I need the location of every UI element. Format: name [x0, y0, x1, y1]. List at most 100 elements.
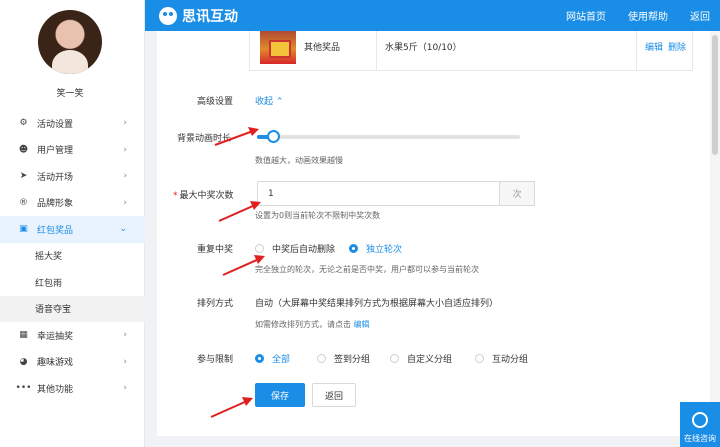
- prize-delete-link[interactable]: 删除: [668, 40, 686, 53]
- sidebar-item-label: 其他功能: [37, 384, 74, 395]
- online-consult-label: 在线咨询: [684, 434, 716, 443]
- main-content: 其他奖品 水果5斤（10/10） 编辑 删除 高级设置 收起 ⌃ 背景动画时长 …: [145, 31, 720, 447]
- participation-label: 参与限制: [197, 355, 234, 365]
- sidebar-item-label: 用户管理: [37, 146, 74, 157]
- send-icon: ➤: [19, 171, 28, 182]
- sidebar-item-label: 红包奖品: [37, 225, 74, 236]
- sidebar-subitem-shake-prize[interactable]: 摇大奖: [0, 243, 145, 270]
- radio-button[interactable]: [349, 244, 358, 253]
- sidebar: 笑一笑 ⚙ 活动设置 › ☻ 用户管理 › ➤ 活动开场 › ® 品牌形象 › …: [0, 0, 145, 447]
- collapse-toggle[interactable]: 收起 ⌃: [255, 94, 283, 107]
- chevron-down-icon: ⌄: [119, 224, 127, 234]
- back-button[interactable]: 返回: [312, 383, 356, 407]
- sort-mode-label: 排列方式: [197, 299, 234, 309]
- divider: [376, 31, 377, 71]
- gear-icon: ⚙: [19, 118, 28, 129]
- chevron-right-icon: ›: [123, 197, 127, 208]
- settings-card: 其他奖品 水果5斤（10/10） 编辑 删除 高级设置 收起 ⌃ 背景动画时长 …: [157, 31, 710, 436]
- prize-type: 其他奖品: [304, 43, 341, 53]
- radio-button[interactable]: [317, 354, 326, 363]
- radio-custom-group[interactable]: 自定义分组: [390, 352, 452, 365]
- radio-button[interactable]: [390, 354, 399, 363]
- bg-anim-hint: 数值越大，动画效果越慢: [255, 156, 343, 165]
- save-button[interactable]: 保存: [255, 383, 305, 407]
- nav-home-link[interactable]: 网站首页: [566, 8, 606, 23]
- max-wins-value: 1: [268, 188, 274, 199]
- prize-edit-link[interactable]: 编辑: [645, 40, 663, 53]
- bg-anim-slider[interactable]: [257, 130, 520, 143]
- chevron-right-icon: ›: [123, 171, 127, 181]
- palette-icon: ◕: [19, 356, 28, 367]
- chevron-right-icon: ›: [123, 144, 127, 155]
- more-icon: •••: [15, 383, 32, 394]
- sidebar-item-brand-image[interactable]: ® 品牌形象 ›: [0, 190, 145, 217]
- sidebar-item-activity-opening[interactable]: ➤ 活动开场 ›: [0, 163, 145, 190]
- radio-interactive-group[interactable]: 互动分组: [475, 352, 528, 365]
- users-icon: ☻: [18, 144, 29, 155]
- gift-icon: ▣: [19, 224, 28, 235]
- chat-icon: [692, 412, 708, 428]
- sidebar-item-activity-settings[interactable]: ⚙ 活动设置 ›: [0, 110, 145, 137]
- radio-button[interactable]: [255, 354, 264, 363]
- brand-logo[interactable]: 思讯互动: [159, 6, 238, 26]
- max-wins-input[interactable]: 1: [257, 181, 500, 206]
- top-nav: 网站首页 使用帮助 返回: [566, 0, 710, 31]
- radio-button[interactable]: [475, 354, 484, 363]
- online-consult-widget[interactable]: 在线咨询: [680, 402, 720, 447]
- annotation-arrow: [214, 127, 259, 146]
- chevron-right-icon: ›: [123, 356, 127, 367]
- annotation-arrow: [210, 397, 253, 418]
- bear-logo-icon: [159, 7, 177, 25]
- prize-name: 水果5斤（10/10）: [385, 43, 462, 53]
- radio-label: 独立轮次: [366, 245, 403, 255]
- radio-label: 全部: [272, 355, 291, 365]
- top-header: 思讯互动 网站首页 使用帮助 返回: [145, 0, 720, 31]
- scrollbar[interactable]: [710, 31, 720, 447]
- radio-label: 互动分组: [492, 355, 529, 365]
- sidebar-menu: ⚙ 活动设置 › ☻ 用户管理 › ➤ 活动开场 › ® 品牌形象 › ▣ 红包…: [0, 110, 145, 402]
- sort-mode-hint-text: 如需修改排列方式，请点击: [255, 320, 351, 329]
- sidebar-item-red-packet-prizes[interactable]: ▣ 红包奖品 ⌄: [0, 216, 145, 243]
- sidebar-item-label: 活动开场: [37, 172, 74, 183]
- nav-back-link[interactable]: 返回: [690, 8, 710, 23]
- sidebar-item-label: 趣味游戏: [37, 358, 74, 369]
- sidebar-item-label: 活动设置: [37, 119, 74, 130]
- username: 笑一笑: [56, 89, 84, 99]
- sidebar-item-user-management[interactable]: ☻ 用户管理 ›: [0, 137, 145, 164]
- avatar[interactable]: [38, 10, 102, 74]
- prize-thumbnail: [260, 31, 296, 64]
- annotation-arrow: [218, 201, 261, 222]
- max-wins-unit: 次: [499, 181, 535, 206]
- radio-label: 中奖后自动删除: [272, 245, 336, 255]
- radio-independent-round[interactable]: 独立轮次: [349, 242, 402, 255]
- prize-table-row: 其他奖品 水果5斤（10/10） 编辑 删除: [249, 31, 693, 71]
- chevron-right-icon: ›: [123, 330, 127, 340]
- radio-signin-group[interactable]: 签到分组: [317, 352, 370, 365]
- sort-mode-hint: 如需修改排列方式，请点击 编辑: [255, 319, 370, 330]
- advanced-settings-label: 高级设置: [197, 97, 234, 107]
- sidebar-item-label: 品牌形象: [37, 199, 74, 210]
- required-marker: *: [173, 191, 178, 201]
- nav-help-link[interactable]: 使用帮助: [628, 8, 668, 23]
- collapse-toggle-label: 收起: [255, 97, 274, 107]
- slider-handle[interactable]: [267, 130, 280, 143]
- registered-icon: ®: [19, 197, 28, 208]
- sidebar-item-lucky-draw[interactable]: ▦ 幸运抽奖 ›: [0, 322, 145, 349]
- chevron-right-icon: ›: [123, 118, 127, 128]
- radio-label: 自定义分组: [407, 355, 453, 365]
- repeat-win-hint: 完全独立的轮次，无论之前是否中奖，用户都可以参与当前轮次: [255, 265, 479, 274]
- chevron-up-icon: ⌃: [275, 97, 284, 107]
- sort-mode-value: 自动（大屏幕中奖结果排列方式为根据屏幕大小自适应排列）: [255, 299, 499, 309]
- chevron-right-icon: ›: [123, 383, 127, 393]
- sidebar-item-other-functions[interactable]: ••• 其他功能 ›: [0, 375, 145, 402]
- max-wins-hint: 设置为0则当前轮次不限制中奖次数: [255, 211, 381, 220]
- scrollbar-thumb[interactable]: [712, 35, 718, 155]
- sidebar-item-label: 幸运抽奖: [37, 331, 74, 342]
- sidebar-subitem-voice-treasure[interactable]: 语音夺宝: [0, 295, 145, 322]
- grid-icon: ▦: [19, 330, 28, 341]
- radio-all[interactable]: 全部: [255, 352, 290, 365]
- brand-name: 思讯互动: [182, 9, 238, 25]
- sort-mode-edit-link[interactable]: 编辑: [354, 320, 370, 329]
- sidebar-item-fun-games[interactable]: ◕ 趣味游戏 ›: [0, 349, 145, 376]
- sidebar-subitem-red-packet-rain[interactable]: 红包雨: [0, 269, 145, 296]
